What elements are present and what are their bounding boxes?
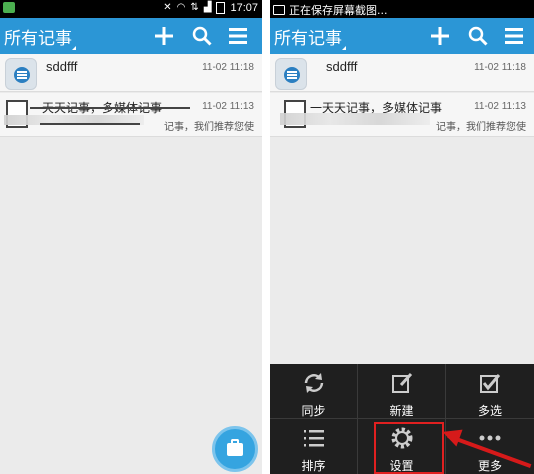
strike-line	[40, 123, 140, 125]
hamburger-icon	[229, 28, 247, 44]
menu-item-sync[interactable]: 同步	[270, 364, 358, 419]
note-snippet: 记事，我们推荐您使	[436, 122, 526, 133]
note-icon	[284, 67, 300, 83]
page-title[interactable]: 所有记事	[274, 24, 342, 49]
menu-item-label: 排序	[301, 459, 326, 473]
search-button[interactable]	[190, 24, 214, 48]
hamburger-icon	[505, 28, 523, 44]
page-title[interactable]: 所有记事	[4, 24, 72, 49]
toolbox-fab-button[interactable]	[212, 426, 258, 472]
note-snippet: 记事，我们推荐您使	[164, 122, 254, 133]
new-note-icon	[391, 372, 412, 393]
right-screen: 正在保存屏幕截图... 所有记事 sddfff 11-02 11:18 一天天记…	[270, 0, 534, 474]
menu-item-label: 新建	[389, 404, 414, 418]
menu-item-more[interactable]: 更多	[446, 419, 534, 474]
list-item[interactable]: sddfff 11-02 11:18	[0, 54, 262, 92]
wifi-icon: ◠	[176, 2, 186, 13]
note-icon-lines	[17, 71, 27, 73]
note-date: 11-02 11:18	[202, 62, 254, 73]
sync-icon	[304, 373, 323, 393]
redaction-blur	[280, 113, 430, 125]
search-icon	[192, 26, 212, 46]
note-date: 11-02 11:13	[474, 101, 526, 112]
signal-icon: ▟	[203, 2, 212, 13]
plus-icon	[431, 27, 449, 45]
plus-icon	[155, 27, 173, 45]
menu-button[interactable]	[226, 24, 250, 48]
status-left: 正在保存屏幕截图...	[273, 2, 388, 18]
status-bar: 正在保存屏幕截图...	[270, 0, 534, 18]
data-icon: ⇅	[190, 2, 199, 13]
search-button[interactable]	[466, 24, 490, 48]
note-title: sddfff	[326, 59, 358, 74]
status-time: 17:07	[230, 2, 258, 14]
list-item[interactable]: 一天天记事，多媒体记事 11-02 11:13 记事，我们推荐您使	[0, 93, 262, 137]
list-item[interactable]: 一天天记事，多媒体记事 11-02 11:13 记事，我们推荐您使	[270, 93, 534, 137]
mute-icon: ✕	[163, 2, 172, 13]
screenshot-icon	[273, 5, 285, 15]
menu-item-new[interactable]: 新建	[358, 364, 446, 419]
toolbox-icon	[227, 443, 243, 456]
note-icon	[14, 67, 30, 83]
add-button[interactable]	[152, 24, 176, 48]
note-date: 11-02 11:18	[474, 62, 526, 73]
menu-item-sort[interactable]: 排序	[270, 419, 358, 474]
left-screen: ✕ ◠ ⇅ ▟ 17:07 所有记事 sddfff 11-02 11:18 一天…	[0, 0, 262, 474]
sort-icon-wrap	[301, 425, 327, 451]
settings-highlight-box	[374, 422, 444, 474]
menu-item-multi-select[interactable]: 多选	[446, 364, 534, 419]
note-thumbnail	[275, 58, 307, 90]
status-left	[3, 2, 15, 13]
action-bar: 所有记事	[270, 18, 534, 54]
status-notice: 正在保存屏幕截图...	[289, 4, 388, 17]
add-button[interactable]	[428, 24, 452, 48]
menu-button[interactable]	[502, 24, 526, 48]
sort-icon	[303, 430, 324, 447]
notification-icon	[3, 2, 15, 13]
menu-item-label: 多选	[477, 404, 502, 418]
list-item[interactable]: sddfff 11-02 11:18	[270, 54, 534, 92]
note-icon-lines	[287, 71, 297, 73]
dropdown-indicator-icon	[72, 46, 76, 50]
new-icon-wrap	[389, 370, 415, 396]
note-thumbnail	[5, 58, 37, 90]
menu-item-label: 同步	[301, 404, 326, 418]
search-icon	[468, 26, 488, 46]
multi-select-icon-wrap	[477, 370, 503, 396]
action-bar: 所有记事	[0, 18, 262, 54]
status-bar: ✕ ◠ ⇅ ▟ 17:07	[0, 0, 262, 18]
strike-line	[30, 107, 190, 109]
sync-icon-wrap	[301, 370, 327, 396]
note-title: sddfff	[46, 59, 78, 74]
note-date: 11-02 11:13	[202, 101, 254, 112]
status-right: ✕ ◠ ⇅ ▟ 17:07	[163, 1, 258, 15]
multi-select-icon	[480, 374, 501, 393]
dropdown-indicator-icon	[342, 46, 346, 50]
more-icon	[479, 435, 501, 441]
battery-icon	[216, 2, 226, 14]
